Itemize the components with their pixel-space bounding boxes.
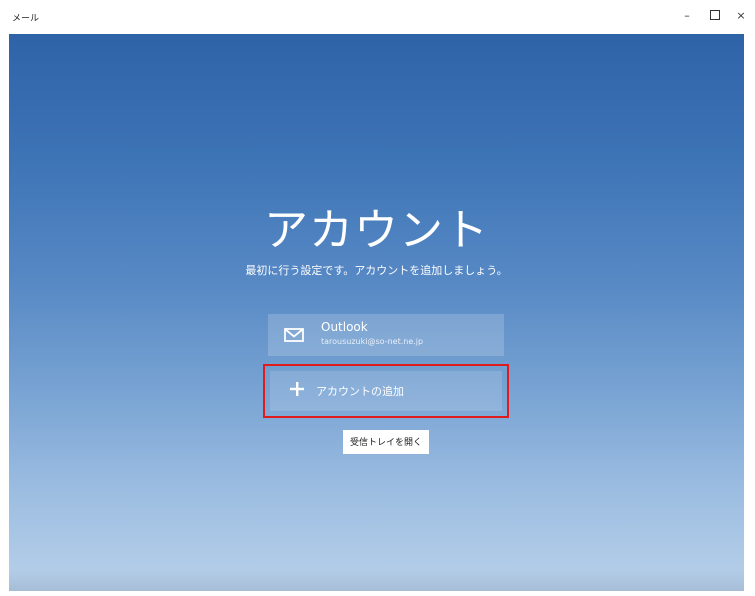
- add-account-button[interactable]: アカウントの追加: [270, 371, 502, 411]
- maximize-icon: [710, 10, 720, 20]
- account-tile-outlook[interactable]: Outlook tarousuzuki@so-net.ne.jp: [268, 314, 504, 356]
- page-title: アカウント: [264, 205, 489, 256]
- add-account-highlight: アカウントの追加: [263, 364, 509, 418]
- maximize-button[interactable]: [705, 8, 725, 24]
- window-title: メール: [12, 14, 40, 24]
- account-email: tarousuzuki@so-net.ne.jp: [321, 337, 424, 346]
- page-subtitle: 最初に行う設定です。アカウントを追加しましょう。: [245, 264, 508, 277]
- account-setup-panel: アカウント 最初に行う設定です。アカウントを追加しましょう。 Outlook t…: [9, 34, 744, 591]
- horizon-background: [9, 569, 744, 591]
- account-name: Outlook: [321, 320, 368, 334]
- close-button[interactable]: ×: [731, 8, 751, 24]
- mail-app-window: メール – × アカウント 最初に行う設定です。アカウントを追加しましょう。 O…: [0, 0, 755, 596]
- add-account-label: アカウントの追加: [316, 385, 404, 398]
- mail-icon: [284, 328, 304, 342]
- title-bar: メール – ×: [0, 0, 755, 34]
- plus-icon: [290, 382, 304, 396]
- open-inbox-button[interactable]: 受信トレイを開く: [343, 430, 429, 454]
- minimize-button[interactable]: –: [677, 8, 697, 24]
